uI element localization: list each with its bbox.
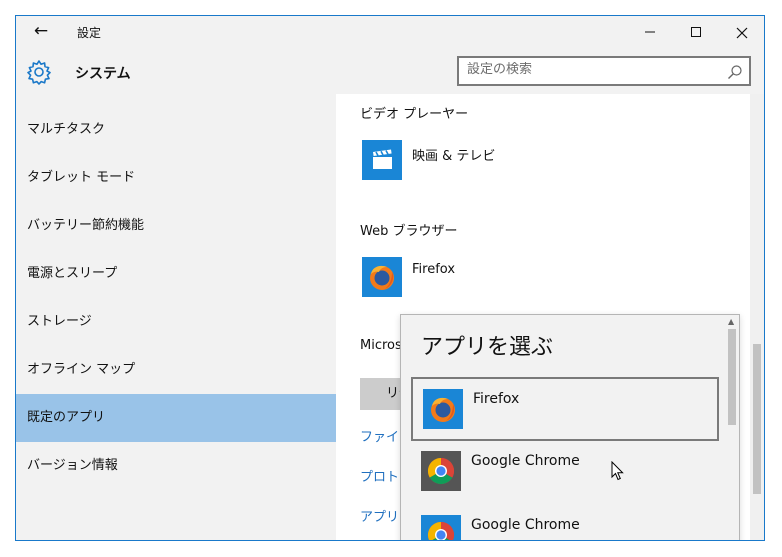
web-browser-label: Web ブラウザー — [360, 224, 458, 239]
choice-label: Google Chrome — [471, 453, 580, 469]
sidebar-item-tablet-mode[interactable]: タブレット モード — [16, 154, 336, 202]
content-scroll-thumb[interactable] — [753, 344, 761, 494]
choice-google-chrome[interactable]: Google Chrome — [411, 441, 719, 505]
back-arrow-icon: ← — [33, 21, 49, 41]
web-browser-tile[interactable] — [362, 257, 402, 297]
firefox-icon — [423, 389, 463, 429]
flyout-title: アプリを選ぶ — [421, 335, 554, 360]
settings-window: ← 設定 システム マルチタスク — [15, 15, 765, 541]
title-bar: ← 設定 — [16, 16, 764, 48]
minimize-icon — [645, 31, 655, 33]
sidebar-nav: マルチタスク タブレット モード バッテリー節約機能 電源とスリープ ストレージ… — [16, 94, 336, 540]
back-button[interactable]: ← — [28, 20, 54, 44]
web-browser-app-name[interactable]: Firefox — [412, 262, 455, 277]
content-scrollbar[interactable] — [750, 94, 764, 540]
flyout-scroll-thumb[interactable] — [728, 329, 736, 425]
reset-section-label: Micros — [360, 338, 402, 353]
page-title: システム — [75, 66, 131, 82]
search-input[interactable] — [467, 62, 717, 77]
scroll-up-icon[interactable]: ▲ — [728, 317, 734, 326]
sidebar-item-storage[interactable]: ストレージ — [16, 298, 336, 346]
close-icon — [736, 27, 748, 38]
chrome-icon — [421, 515, 461, 540]
sidebar-item-default-apps[interactable]: 既定のアプリ — [16, 394, 336, 442]
firefox-icon — [370, 265, 394, 290]
video-player-app-name[interactable]: 映画 & テレビ — [412, 145, 495, 164]
sidebar-item-power-sleep[interactable]: 電源とスリープ — [16, 250, 336, 298]
close-button[interactable] — [719, 16, 764, 48]
sidebar-item-about[interactable]: バージョン情報 — [16, 442, 336, 490]
window-title: 設定 — [77, 26, 102, 40]
choice-label: Firefox — [473, 391, 520, 407]
clapperboard-icon — [373, 149, 392, 169]
flyout-scrollbar[interactable]: ▲ — [725, 315, 739, 540]
sidebar-item-battery-saver[interactable]: バッテリー節約機能 — [16, 202, 336, 250]
chrome-icon — [421, 451, 461, 491]
choice-firefox[interactable]: Firefox — [411, 377, 719, 481]
maximize-button[interactable] — [673, 16, 719, 48]
sidebar-item-multitasking[interactable]: マルチタスク — [16, 106, 336, 154]
maximize-icon — [691, 27, 701, 37]
search-box[interactable] — [457, 56, 751, 86]
settings-header: システム — [16, 48, 764, 94]
sidebar-item-offline-maps[interactable]: オフライン マップ — [16, 346, 336, 394]
minimize-button[interactable] — [627, 16, 673, 48]
choice-label: Google Chrome — [471, 517, 580, 533]
choose-app-flyout: アプリを選ぶ Firefox Google Chrome Google Chro… — [400, 314, 740, 540]
video-player-label: ビデオ プレーヤー — [360, 107, 469, 122]
choice-google-chrome-2[interactable]: Google Chrome — [411, 505, 719, 540]
gear-icon — [27, 60, 51, 85]
movies-tv-tile[interactable] — [362, 140, 402, 180]
search-icon[interactable] — [727, 64, 743, 80]
